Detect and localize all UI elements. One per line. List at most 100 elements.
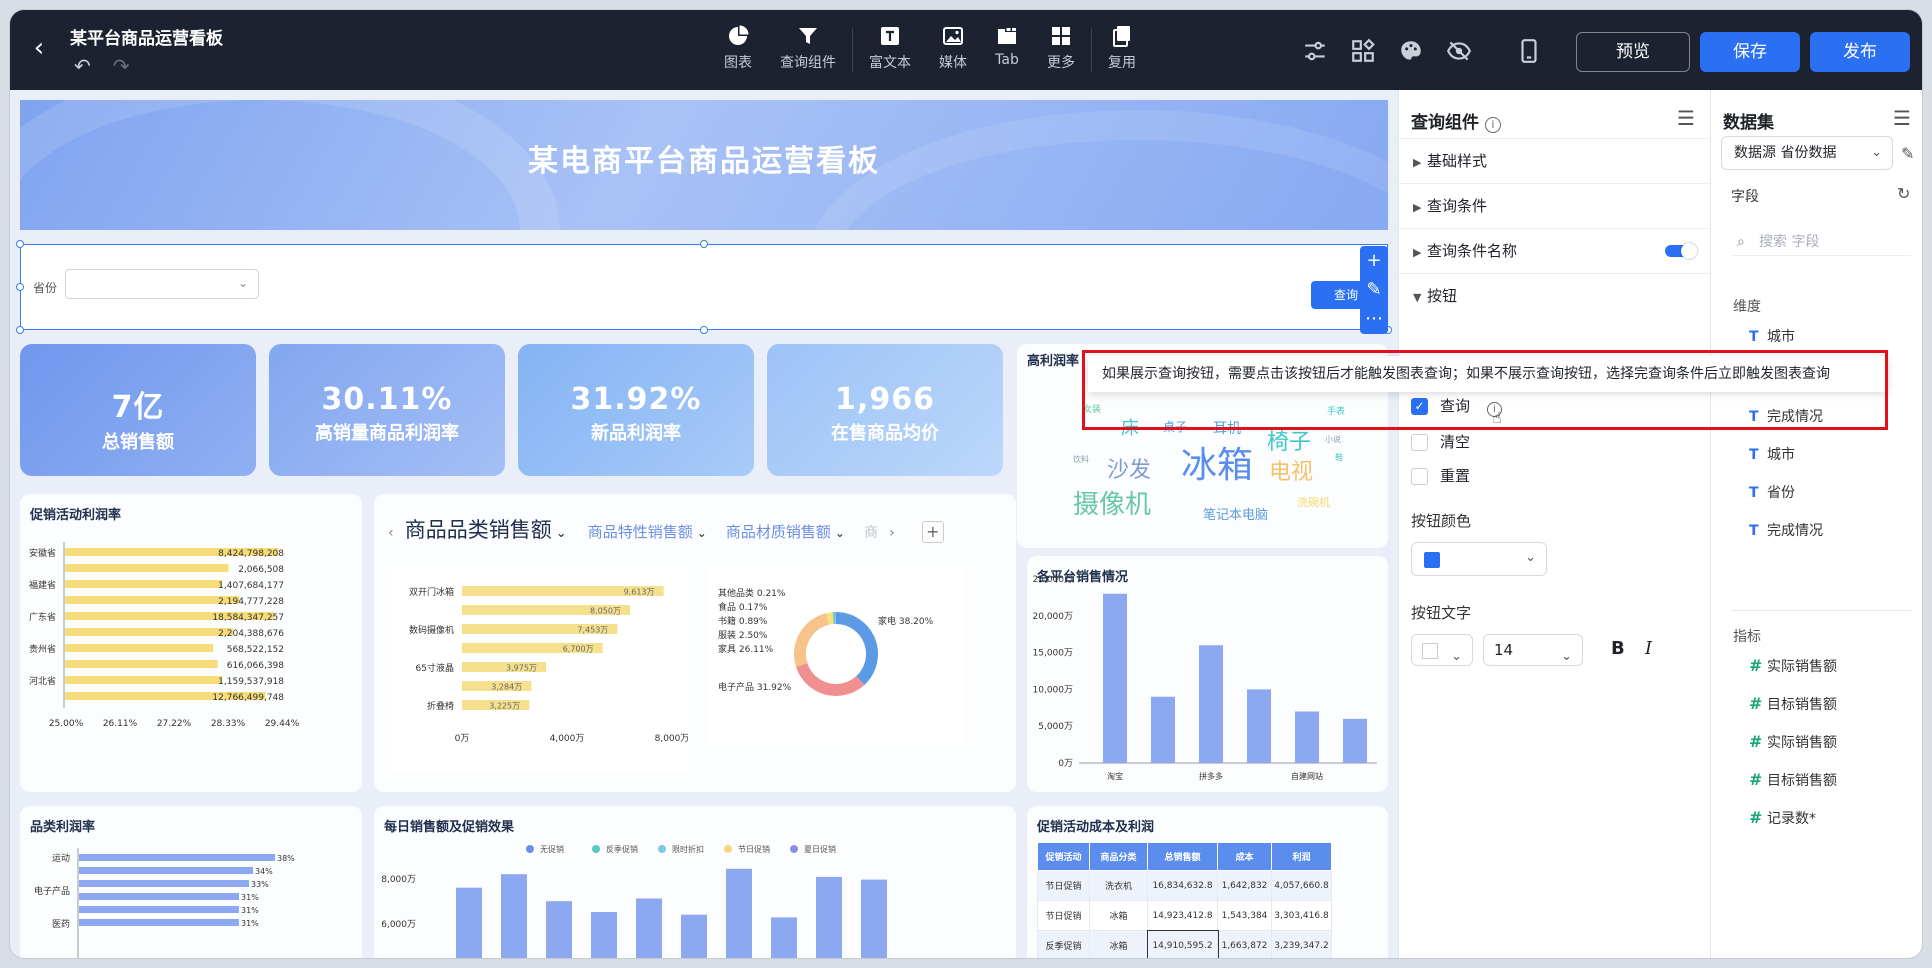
category-profit-chart: 38% 34% 33% 31% 31% 31% 运动电子产品医药 <box>34 848 295 958</box>
table-cell: 16,834,632.8 <box>1147 870 1218 901</box>
panel-menu-icon[interactable]: ☰ <box>1677 106 1695 130</box>
section-query-conditions[interactable]: ▶ 查询条件 <box>1399 183 1711 227</box>
bar <box>65 628 233 636</box>
bold-button[interactable]: B <box>1611 638 1625 659</box>
publish-button[interactable]: 发布 <box>1810 32 1910 72</box>
section-condition-name[interactable]: ▶ 查询条件名称 <box>1399 228 1711 272</box>
kpi-card[interactable]: 30.11% 高销量商品利润率 <box>269 344 505 476</box>
button-color-label: 按钮颜色 <box>1411 512 1472 530</box>
measure-field[interactable]: # 实际销售额 <box>1749 656 1837 676</box>
save-button[interactable]: 保存 <box>1700 32 1800 72</box>
plus-icon[interactable]: + <box>1360 246 1388 275</box>
checkbox-clear[interactable]: 清空 <box>1411 432 1470 454</box>
mobile-icon[interactable] <box>1516 38 1542 64</box>
data-label: 34% <box>255 867 273 876</box>
sliders-icon[interactable] <box>1302 38 1328 64</box>
preview-button[interactable]: 预览 <box>1576 32 1690 72</box>
y-tick-label: 贵州省 <box>29 643 56 655</box>
tab-prev-icon[interactable]: ‹ <box>388 525 394 541</box>
tool-chart[interactable]: 图表 <box>710 24 766 80</box>
kpi-card[interactable]: 7亿 总销售额 <box>20 344 256 476</box>
measure-field[interactable]: # 目标销售额 <box>1749 694 1837 714</box>
button-color-select[interactable]: ⌄ <box>1411 542 1547 576</box>
measure-field[interactable]: # 记录数* <box>1749 808 1816 828</box>
bar <box>65 580 222 588</box>
tab-material[interactable]: 商品材质销售额 <box>726 523 831 541</box>
tab-feature[interactable]: 商品特性销售额 <box>588 523 693 541</box>
data-label: 6,700万 <box>563 645 594 654</box>
edit-icon[interactable]: ✎ <box>1360 275 1388 304</box>
tool-more[interactable]: 更多 <box>1033 24 1089 80</box>
tab-next-icon[interactable]: › <box>889 525 895 541</box>
dimension-field[interactable]: T 完成情况 <box>1749 520 1823 540</box>
font-size-select[interactable]: 14 ⌄ <box>1483 634 1583 666</box>
more-icon[interactable]: ⋯ <box>1360 304 1388 333</box>
kpi-card[interactable]: 31.92% 新品利润率 <box>518 344 754 476</box>
info-icon[interactable]: i <box>1484 117 1501 133</box>
text-color-select[interactable]: ⌄ <box>1411 634 1473 666</box>
word-item: 沙发 <box>1107 458 1152 483</box>
table-row[interactable]: 反季促销 冰箱 14,910,595.2 1,663,872 3,239,347.2 <box>1037 929 1332 958</box>
column-header[interactable]: 利润 <box>1271 842 1332 871</box>
redo-icon[interactable]: ↷ <box>113 54 130 78</box>
tool-media[interactable]: 媒体 <box>925 24 981 80</box>
checkbox-reset[interactable]: 重置 <box>1411 466 1470 488</box>
legend-label: 夏日促销 <box>804 844 836 854</box>
dimension-field[interactable]: T 城市 <box>1749 326 1795 346</box>
data-label: 1,407,684,177 <box>218 581 284 591</box>
province-select[interactable]: ⌄ <box>65 269 259 299</box>
y-tick-label: 15,000万 <box>1033 649 1074 659</box>
italic-button[interactable]: I <box>1645 638 1652 659</box>
measure-field[interactable]: # 实际销售额 <box>1749 732 1837 752</box>
resize-handle[interactable] <box>16 283 24 291</box>
column-header[interactable]: 总销售额 <box>1147 842 1218 871</box>
dimension-field[interactable]: T 城市 <box>1749 444 1795 464</box>
table-cell: 14,923,412.8 <box>1147 900 1218 931</box>
promo-cost-card[interactable]: 促销活动成本及利润 促销活动 商品分类 总销售额 成本 利润 节日促销 洗衣机 16,834,… <box>1027 806 1388 958</box>
table-cell: 3,303,416.8 <box>1271 900 1332 931</box>
condition-name-toggle[interactable] <box>1665 243 1697 259</box>
section-basic-style[interactable]: ▶ 基础样式 <box>1399 138 1711 182</box>
resize-handle[interactable] <box>700 240 708 248</box>
column-header[interactable]: 促销活动 <box>1037 842 1090 871</box>
tool-query[interactable]: 查询组件 <box>766 24 850 80</box>
query-component[interactable]: 省份 ⌄ 查询 <box>20 244 1388 330</box>
table-row[interactable]: 节日促销 洗衣机 16,834,632.8 1,642,832 4,057,660.8 <box>1037 870 1332 901</box>
add-tab-button[interactable]: + <box>921 521 944 543</box>
tool-tab[interactable]: Tab <box>981 24 1033 80</box>
tab-category[interactable]: 商品品类销售额 <box>405 518 552 542</box>
palette-icon[interactable] <box>1398 38 1424 64</box>
edit-icon[interactable]: ✎ <box>1901 144 1914 163</box>
panel-menu-icon[interactable]: ☰ <box>1893 106 1911 130</box>
tool-reuse[interactable]: 复用 <box>1094 24 1150 80</box>
resize-handle[interactable] <box>16 240 24 248</box>
resize-handle[interactable] <box>16 326 24 334</box>
platform-sales-card[interactable]: 各平台销售情况 25,000万 20,000万 15,000万 10,000万 5,00… <box>1027 556 1388 792</box>
section-button[interactable]: ▼ 按钮 <box>1399 273 1711 317</box>
category-sales-card[interactable]: ‹ 商品品类销售额 ⌄ 商品特性销售额 ⌄ 商品材质销售额 ⌄ 商 › + 9,613… <box>374 494 1016 792</box>
banner[interactable]: 某电商平台商品运营看板 <box>20 100 1388 230</box>
dimension-field[interactable]: T 省份 <box>1749 482 1795 502</box>
layout-icon[interactable] <box>1350 38 1376 64</box>
field-search-input[interactable]: ⌕ 搜索 字段 <box>1731 228 1911 256</box>
column-header[interactable]: 商品分类 <box>1089 842 1148 871</box>
resize-handle[interactable] <box>700 326 708 334</box>
daily-sales-card[interactable]: 每日销售额及促销效果 无促销 反季促销 限时折扣 节日促销 夏日促销 8,000万 6,00… <box>374 806 1016 958</box>
table-row[interactable]: 节日促销 冰箱 14,923,412.8 1,543,384 3,303,416.8 <box>1037 900 1332 931</box>
tab-overflow[interactable]: 商 <box>864 525 878 541</box>
banner-title: 某电商平台商品运营看板 <box>528 144 880 179</box>
donut-slice <box>835 612 878 685</box>
kpi-card[interactable]: 1,966 在售商品均价 <box>767 344 1003 476</box>
measure-field[interactable]: # 目标销售额 <box>1749 770 1837 790</box>
divider <box>1731 610 1911 611</box>
tool-richtext[interactable]: 富文本 <box>855 24 925 80</box>
eye-off-icon[interactable] <box>1446 38 1472 64</box>
refresh-icon[interactable]: ↻ <box>1897 184 1910 203</box>
category-profit-card[interactable]: 品类利润率 38% 34% 33% 31% 31% 31% 运动 电子产品 医药 <box>20 806 362 958</box>
promo-profit-card[interactable]: 促销活动利润率 8,424,798,208 2,066,508 1,407,684,… <box>20 494 362 792</box>
undo-icon[interactable]: ↶ <box>74 54 91 78</box>
dataset-select[interactable]: 数据源 省份数据 ⌄ <box>1721 136 1893 170</box>
column-header[interactable]: 成本 <box>1217 842 1272 871</box>
legend-marker <box>526 845 534 853</box>
back-arrow-icon[interactable]: ‹ <box>24 34 54 64</box>
